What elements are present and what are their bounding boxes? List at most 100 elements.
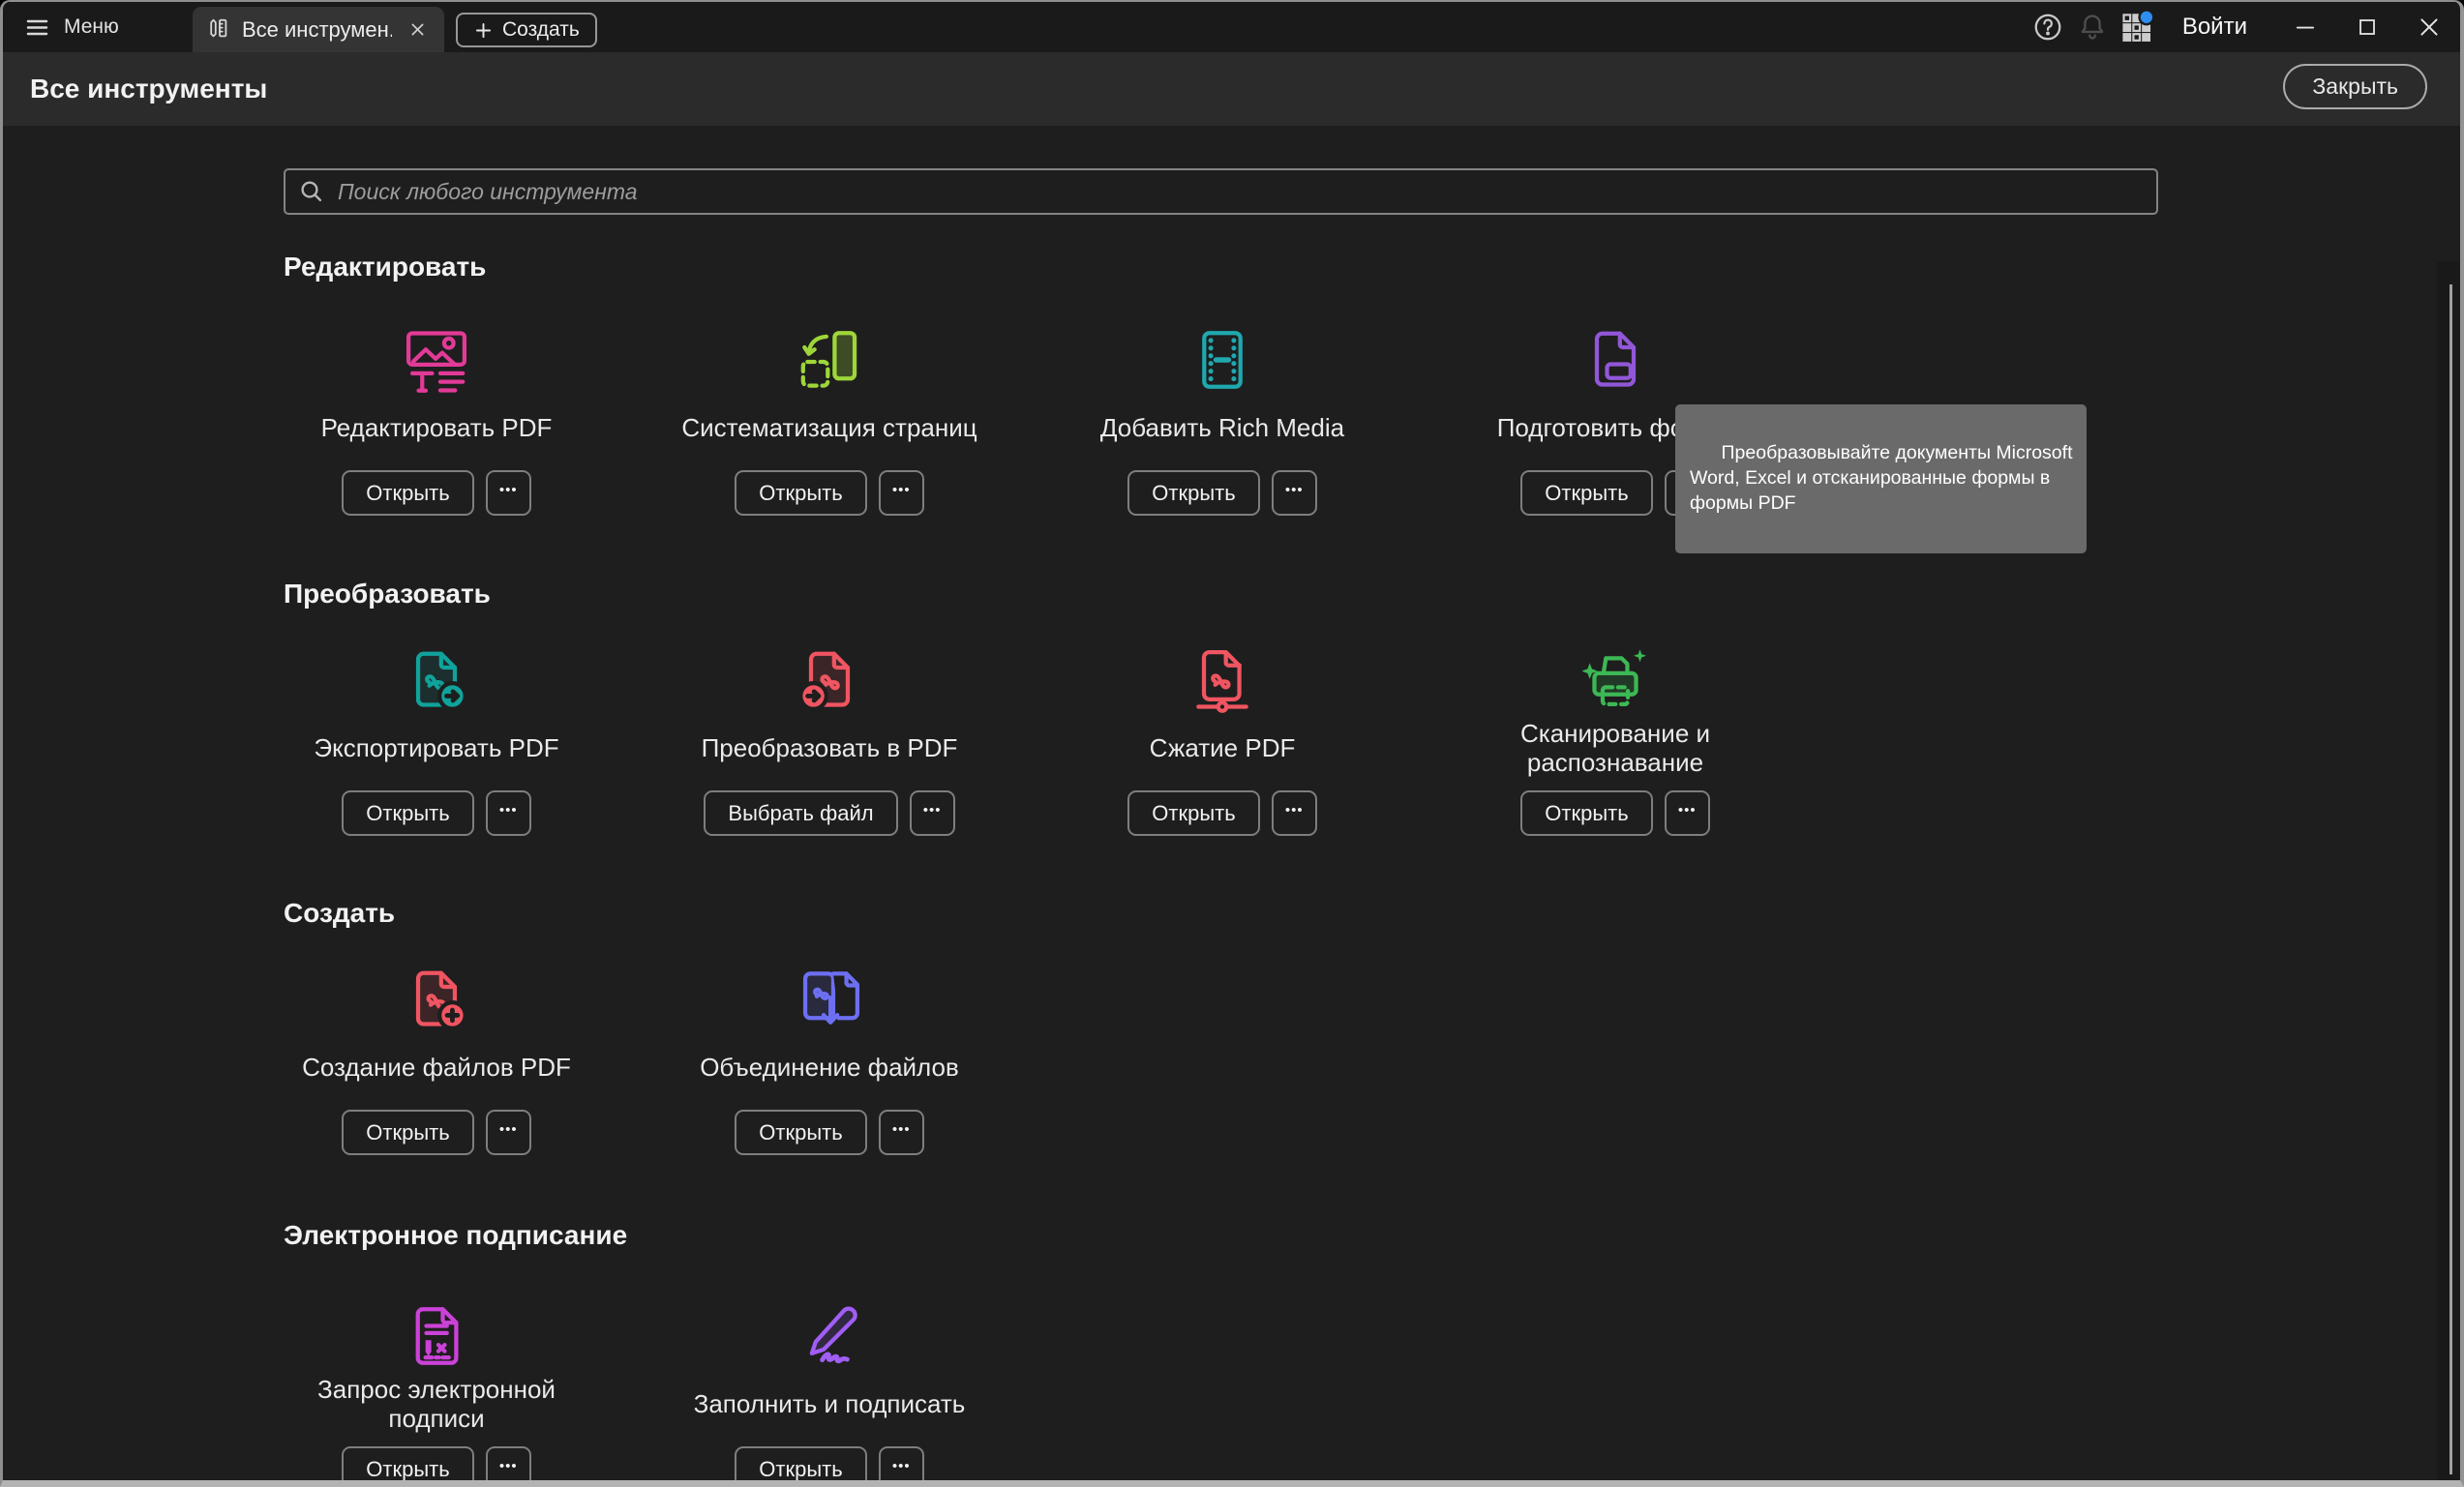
more-options-button[interactable]: ••• — [1665, 790, 1710, 836]
tool-card: Запрос электронной подписи Открыть ••• — [243, 1299, 630, 1487]
section-title: Редактировать — [284, 252, 486, 283]
more-options-button[interactable]: ••• — [910, 790, 955, 836]
sign-in-button[interactable]: Войти — [2159, 14, 2274, 41]
menu-button[interactable]: Меню — [3, 2, 136, 52]
open-button[interactable]: Открыть — [342, 470, 473, 516]
tool-card: Систематизация страницОткрыть••• — [636, 323, 1023, 516]
maximize-button[interactable] — [2336, 2, 2398, 52]
menu-label: Меню — [64, 15, 119, 39]
tool-label: Экспортировать PDF — [243, 717, 630, 779]
combine-files-icon — [636, 963, 1023, 1036]
export-pdf-icon — [243, 643, 630, 717]
section-title: Создать — [284, 898, 395, 929]
tool-actions: Открыть ••• — [243, 790, 630, 836]
rich-media-icon — [1029, 323, 1416, 397]
titlebar-right: Войти — [2026, 2, 2460, 52]
open-button[interactable]: Открыть — [1520, 470, 1652, 516]
open-button[interactable]: Открыть — [735, 1446, 866, 1487]
tool-actions: Открыть ••• — [636, 470, 1023, 516]
bell-icon — [2077, 12, 2108, 43]
tab-close-icon[interactable] — [404, 16, 431, 44]
notification-dot — [2139, 10, 2153, 24]
tool-label: Добавить Rich Media — [1029, 397, 1416, 459]
more-options-button[interactable]: ••• — [486, 790, 531, 836]
tool-card: Объединение файловОткрыть••• — [636, 963, 1023, 1155]
open-button[interactable]: Открыть — [735, 470, 866, 516]
open-button[interactable]: Открыть — [342, 1110, 473, 1155]
tool-card: Сканирование и распознавание Открыть ••• — [1422, 643, 1809, 836]
minimize-button[interactable] — [2274, 2, 2336, 52]
tools-icon — [206, 17, 230, 42]
select-file-button[interactable]: Выбрать файл — [704, 790, 897, 836]
open-button[interactable]: Открыть — [1127, 790, 1259, 836]
hamburger-icon — [24, 15, 50, 41]
titlebar: Меню Все инструмен... Создать — [3, 2, 2460, 52]
request-signature-icon — [243, 1299, 630, 1373]
tool-card: Преобразовать в PDF Выбрать файл ••• — [636, 643, 1023, 836]
tab-all-tools[interactable]: Все инструмен... — [193, 7, 444, 52]
search-icon — [297, 177, 326, 206]
close-tools-button[interactable]: Закрыть — [2283, 64, 2427, 109]
tooltip: Преобразовывайте документы Microsoft Wor… — [1675, 404, 2087, 553]
open-button[interactable]: Открыть — [735, 1110, 866, 1155]
tool-label: Преобразовать в PDF — [636, 717, 1023, 779]
fill-sign-icon — [636, 1299, 1023, 1373]
tool-card: Редактировать PDF Открыть ••• — [243, 323, 630, 516]
create-button[interactable]: Создать — [456, 13, 597, 47]
maximize-icon — [2356, 15, 2379, 39]
edit-pdf-icon — [243, 323, 630, 397]
create-pdf-icon — [243, 963, 630, 1036]
more-options-button[interactable]: ••• — [1272, 470, 1317, 516]
acrobat-window: Меню Все инструмен... Создать — [0, 0, 2464, 1487]
tool-card: Экспортировать PDF Открыть ••• — [243, 643, 630, 836]
tool-card: Заполнить и подписать Открыть ••• — [636, 1299, 1023, 1487]
open-button[interactable]: Открыть — [1520, 790, 1652, 836]
more-options-button[interactable]: ••• — [879, 1110, 924, 1155]
help-button[interactable] — [2026, 5, 2070, 49]
page-header: Все инструменты Закрыть — [3, 52, 2460, 126]
tool-actions: Открыть ••• — [243, 1110, 630, 1155]
tool-actions: Открыть ••• — [636, 1110, 1023, 1155]
tool-actions: Открыть ••• — [1029, 470, 1416, 516]
open-button[interactable]: Открыть — [342, 1446, 473, 1487]
close-window-button[interactable] — [2398, 2, 2460, 52]
create-label: Создать — [502, 18, 580, 42]
apps-button[interactable] — [2115, 5, 2159, 49]
more-options-button[interactable]: ••• — [486, 1446, 531, 1487]
tool-label: Сжатие PDF — [1029, 717, 1416, 779]
more-options-button[interactable]: ••• — [486, 470, 531, 516]
tool-label: Сканирование и распознавание — [1422, 717, 1809, 779]
compress-pdf-icon — [1029, 643, 1416, 717]
tool-label: Редактировать PDF — [243, 397, 630, 459]
section-title: Преобразовать — [284, 579, 491, 610]
prepare-form-icon — [1422, 323, 1809, 397]
tab-label: Все инструмен... — [242, 17, 392, 43]
tooltip-text: Преобразовывайте документы Microsoft Wor… — [1690, 442, 2072, 514]
scrollbar[interactable] — [2437, 261, 2459, 1482]
close-window-icon — [2417, 15, 2442, 40]
open-button[interactable]: Открыть — [342, 790, 473, 836]
notifications-button[interactable] — [2070, 5, 2115, 49]
tool-actions: Выбрать файл ••• — [636, 790, 1023, 836]
tool-actions: Открыть ••• — [636, 1446, 1023, 1487]
more-options-button[interactable]: ••• — [879, 470, 924, 516]
tool-label: Запрос электронной подписи — [243, 1373, 630, 1435]
tool-actions: Открыть ••• — [1029, 790, 1416, 836]
organize-pages-icon — [636, 323, 1023, 397]
help-icon — [2032, 12, 2063, 43]
search-input[interactable] — [338, 179, 2145, 205]
search-box — [284, 168, 2158, 215]
tool-actions: Открыть ••• — [243, 1446, 630, 1487]
tool-label: Заполнить и подписать — [636, 1373, 1023, 1435]
tool-actions: Открыть ••• — [243, 470, 630, 516]
scrollbar-thumb[interactable] — [2449, 284, 2452, 1474]
more-options-button[interactable]: ••• — [1272, 790, 1317, 836]
minimize-icon — [2293, 15, 2318, 40]
more-options-button[interactable]: ••• — [879, 1446, 924, 1487]
tool-card: Создание файлов PDFОткрыть••• — [243, 963, 630, 1155]
open-button[interactable]: Открыть — [1127, 470, 1259, 516]
tool-card: Сжатие PDF Открыть ••• — [1029, 643, 1416, 836]
content: Редактировать Редактировать PDF Открыть •••… — [3, 126, 2460, 1482]
page-title: Все инструменты — [30, 74, 267, 104]
more-options-button[interactable]: ••• — [486, 1110, 531, 1155]
